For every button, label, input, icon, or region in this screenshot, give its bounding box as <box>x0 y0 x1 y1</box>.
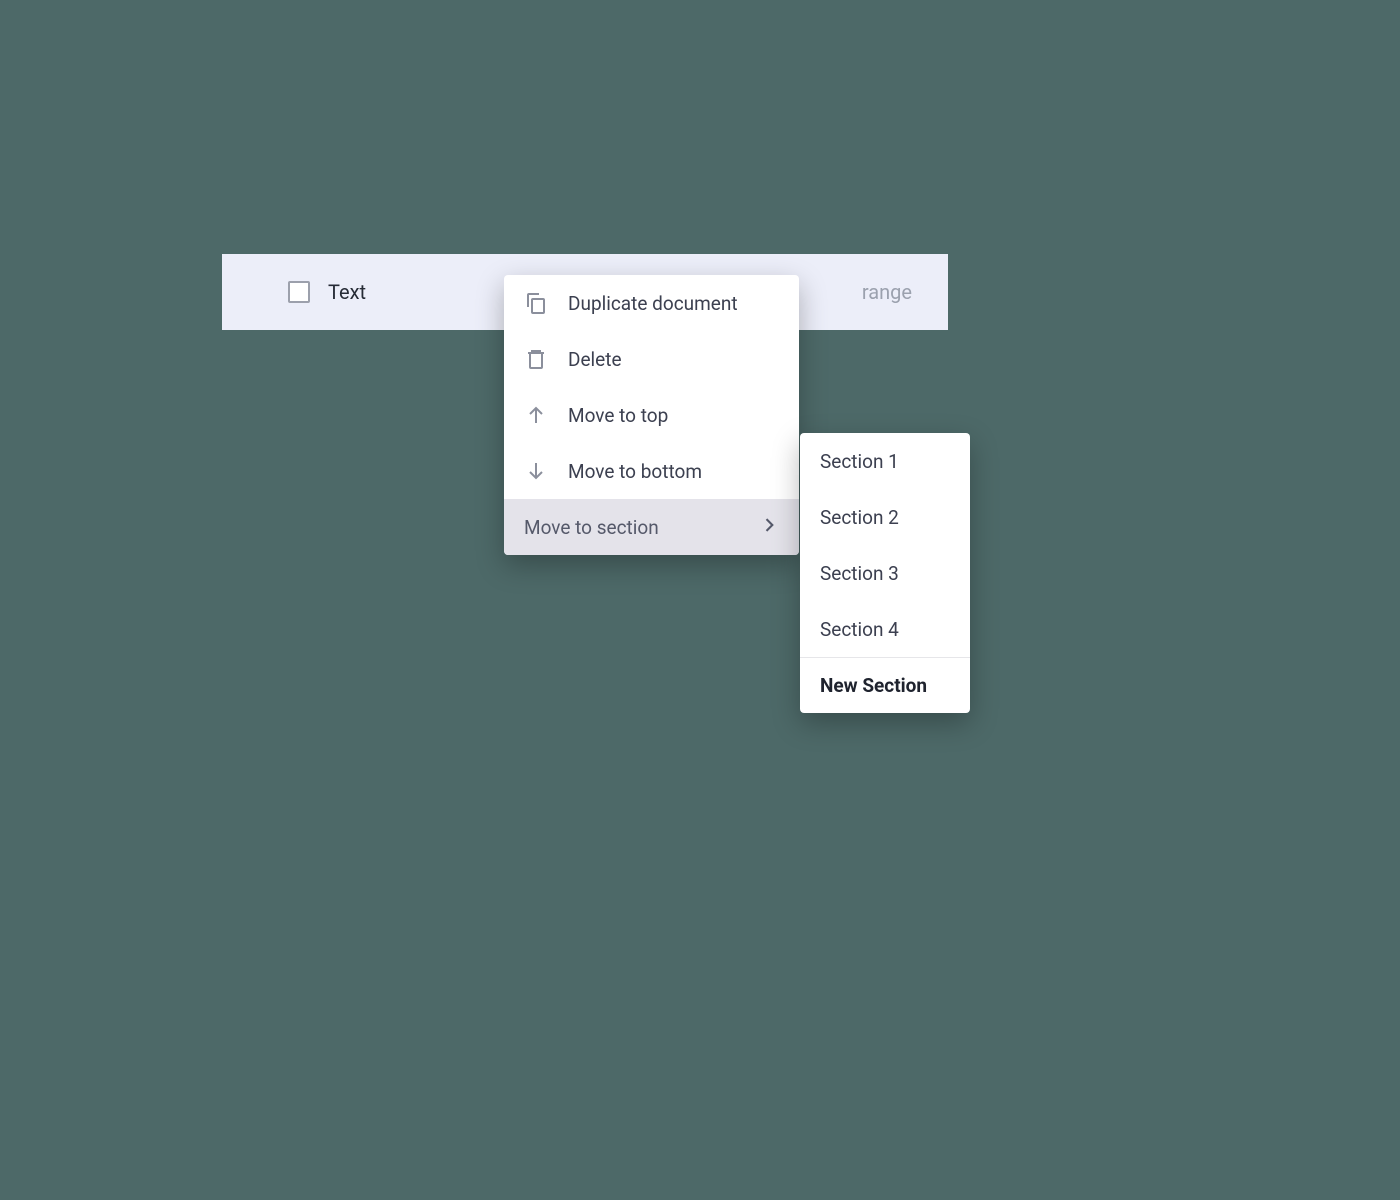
submenu-item-section-2[interactable]: Section 2 <box>800 489 970 545</box>
submenu-item-section-4[interactable]: Section 4 <box>800 601 970 657</box>
menu-item-move-top[interactable]: Move to top <box>504 387 799 443</box>
arrow-down-icon <box>524 459 548 483</box>
menu-item-label: Move to section <box>524 516 759 539</box>
chevron-right-icon <box>759 515 779 539</box>
menu-item-duplicate[interactable]: Duplicate document <box>504 275 799 331</box>
menu-item-label: Duplicate document <box>568 292 779 315</box>
menu-item-label: Move to bottom <box>568 460 779 483</box>
menu-item-delete[interactable]: Delete <box>504 331 799 387</box>
submenu-item-new-section[interactable]: New Section <box>800 657 970 713</box>
submenu-item-section-1[interactable]: Section 1 <box>800 433 970 489</box>
row-trailing: range <box>862 280 912 304</box>
submenu-sections: Section 1 Section 2 Section 3 Section 4 … <box>800 433 970 713</box>
arrow-up-icon <box>524 403 548 427</box>
menu-item-move-bottom[interactable]: Move to bottom <box>504 443 799 499</box>
trash-icon <box>524 347 548 371</box>
context-menu: Duplicate document Delete Move to top <box>504 275 799 555</box>
copy-icon <box>524 291 548 315</box>
menu-item-move-section[interactable]: Move to section <box>504 499 799 555</box>
checkbox[interactable] <box>288 281 310 303</box>
submenu-item-section-3[interactable]: Section 3 <box>800 545 970 601</box>
menu-item-label: Delete <box>568 348 779 371</box>
menu-item-label: Move to top <box>568 404 779 427</box>
